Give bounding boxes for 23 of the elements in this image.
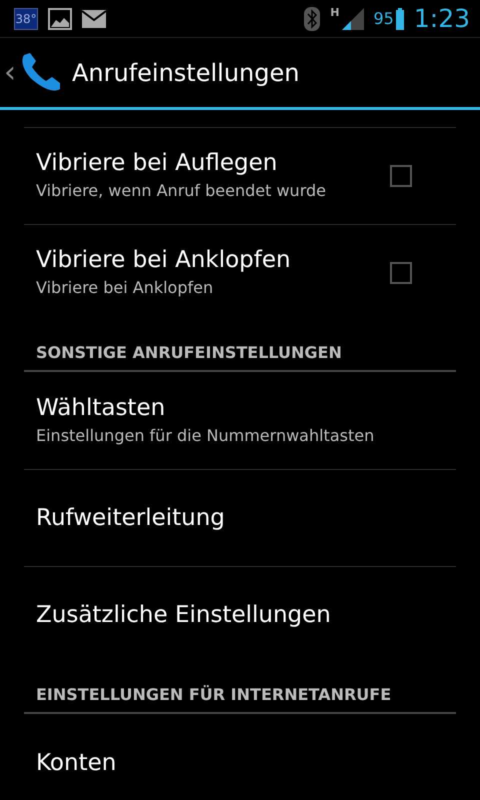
weather-icon: 38° (14, 8, 38, 30)
item-title: Zusätzliche Einstellungen (36, 602, 332, 628)
settings-item[interactable]: Vibriere bei Anklopfen Vibriere bei Anklopfen (24, 224, 456, 321)
settings-item[interactable]: Rufweiterleitung (24, 469, 456, 566)
screen-title: Anrufeinstellungen (72, 58, 300, 86)
item-summary: Vibriere bei Anklopfen (36, 277, 214, 299)
settings-item[interactable]: Konten (24, 714, 456, 800)
item-title: Rufweiterleitung (36, 505, 226, 531)
up-button[interactable]: ‹ (4, 50, 64, 94)
settings-item[interactable]: Zusätzliche Einstellungen (24, 566, 456, 663)
item-title: Wähltasten (36, 394, 166, 421)
item-title: Konten (36, 750, 118, 776)
section-header: EINSTELLUNGEN FÜR INTERNETANRUFE (24, 673, 456, 714)
item-summary: Einstellungen für die Nummernwahltasten (36, 424, 376, 446)
item-title: Vibriere bei Auflegen (36, 150, 278, 176)
section-header: SONSTIGE ANRUFEINSTELLUNGEN (24, 331, 456, 372)
settings-item[interactable]: Vibriere bei Auflegen Vibriere, wenn Anruf beendet wurde (24, 127, 456, 224)
settings-item[interactable]: Wähltasten Einstellungen für die Nummernwahltasten (24, 372, 456, 469)
network-type: H (330, 6, 340, 19)
item-summary: Vibriere, wenn Anruf beendet wurde (36, 180, 326, 202)
battery-level: 95 (374, 9, 394, 28)
item-title: Vibriere bei Anklopfen (36, 247, 292, 274)
clock: 1:23 (414, 4, 470, 33)
